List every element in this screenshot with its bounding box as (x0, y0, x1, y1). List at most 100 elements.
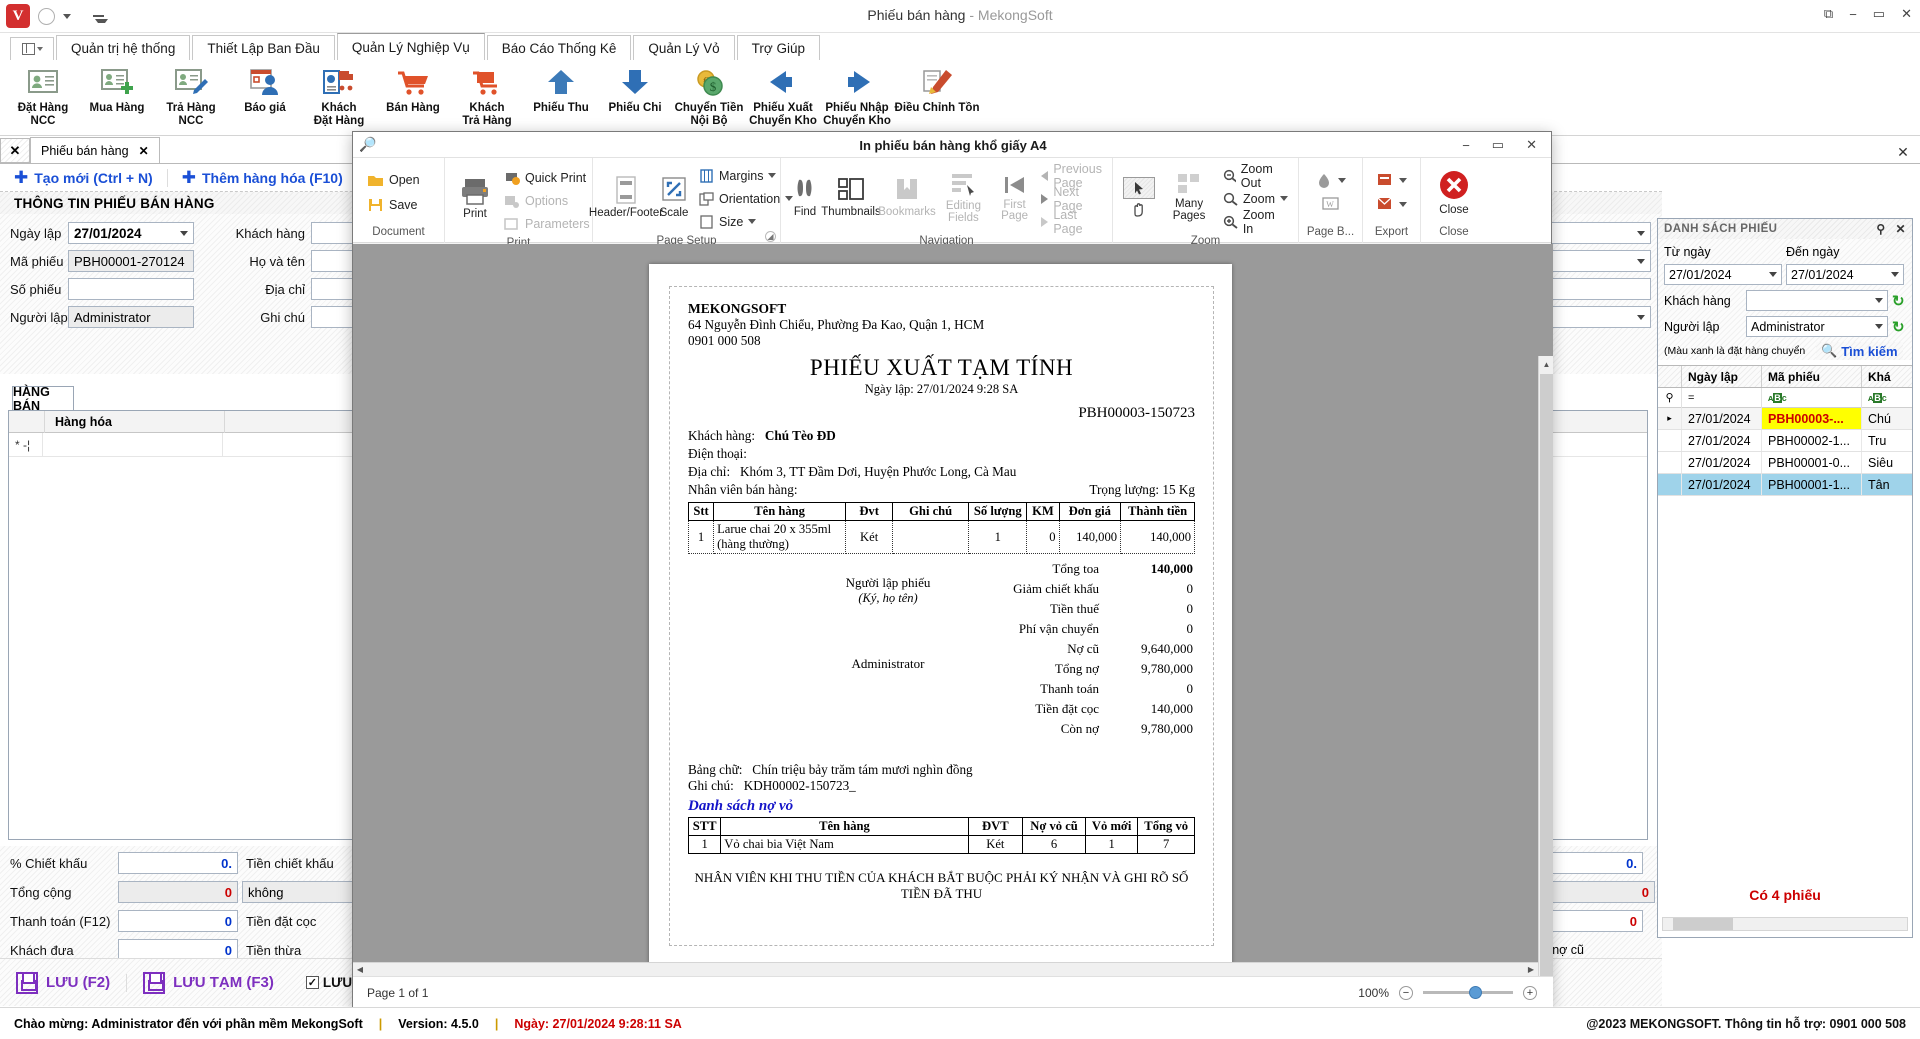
thumbnails-button[interactable]: Thumbnails (823, 176, 879, 218)
save-button[interactable]: Save (363, 195, 422, 214)
parameters-button[interactable]: Parameters (499, 214, 594, 233)
dialog-maximize-button[interactable]: ▭ (1492, 137, 1504, 153)
hand-tool-icon[interactable] (1131, 201, 1147, 217)
ribbon-button-phieu-nhap-chuyen-kho[interactable]: Phiếu NhậpChuyển Kho (820, 60, 894, 127)
scrollbar-thumb[interactable] (1673, 918, 1733, 930)
chevron-down-icon[interactable] (1875, 298, 1883, 303)
preview-page[interactable]: MEKONGSOFT 64 Nguyễn Đình Chiểu, Phường … (649, 264, 1232, 964)
scroll-left-arrow[interactable]: ◀ (353, 963, 367, 976)
zoom-button[interactable]: Zoom (1219, 189, 1292, 208)
chevron-down-icon[interactable] (1637, 315, 1645, 320)
editing-fields-button[interactable]: Editing Fields (935, 170, 992, 224)
preview-area[interactable]: MEKONGSOFT 64 Nguyễn Đình Chiểu, Phường … (353, 244, 1553, 978)
table-row[interactable]: ▸ 27/01/2024 PBH00003-... Chú (1658, 408, 1912, 430)
grid-header-khach[interactable]: Khá (1862, 366, 1912, 387)
page-setup-dialog-launcher[interactable]: ◢ (765, 231, 776, 242)
zoom-in-button[interactable]: Zoom In (1219, 212, 1292, 231)
chevron-down-icon[interactable] (1399, 202, 1407, 207)
first-page-button[interactable]: First Page (992, 172, 1038, 222)
filter-operator-cust[interactable]: ᴀBᴄ (1862, 388, 1912, 408)
page-color-button[interactable] (1315, 172, 1346, 188)
scroll-up-arrow[interactable]: ▲ (1539, 356, 1553, 373)
filter-pin-icon[interactable]: ⚲ (1658, 388, 1682, 408)
ribbon-button-chuyen-tien[interactable]: €$ Chuyển TiềnNội Bộ (672, 60, 746, 127)
ribbon-tab-tro-giup[interactable]: Trợ Giúp (737, 35, 820, 61)
date-created-input[interactable]: 27/01/2024 (68, 222, 194, 244)
chevron-down-icon[interactable] (1338, 178, 1346, 183)
dialog-close-button[interactable]: ✕ (1526, 137, 1537, 153)
customer-filter-input[interactable] (1746, 290, 1888, 311)
chevron-down-icon[interactable] (1280, 196, 1288, 201)
bookmarks-button[interactable]: Bookmarks (879, 176, 935, 218)
to-date-input[interactable]: 27/01/2024 (1786, 264, 1904, 285)
minimize-button[interactable]: − (1849, 7, 1857, 22)
document-tab-phieu-ban-hang[interactable]: Phiếu bán hàng ✕ (30, 137, 160, 163)
quick-print-button[interactable]: Quick Print (499, 168, 594, 187)
ribbon-tab-quan-tri[interactable]: Quản trị hệ thống (56, 35, 190, 61)
chevron-down-icon[interactable] (180, 231, 188, 236)
grid-header-ma-phieu[interactable]: Mã phiếu (1762, 366, 1862, 387)
close-icon[interactable]: ✕ (1896, 222, 1906, 236)
ribbon-button-mua-hang[interactable]: Mua Hàng (80, 60, 154, 115)
refresh-icon[interactable]: ↻ (1892, 292, 1905, 310)
payment-input[interactable]: 0 (118, 910, 238, 932)
table-row[interactable]: 27/01/2024 PBH00001-0... Siêu (1658, 452, 1912, 474)
ribbon-button-phieu-chi[interactable]: Phiếu Chi (598, 60, 672, 115)
chevron-down-icon[interactable] (748, 219, 756, 224)
preview-vscrollbar[interactable]: ▲ ▼ (1538, 356, 1553, 978)
add-product-button[interactable]: ✚ Thêm hàng hóa (F10) (168, 168, 357, 188)
open-button[interactable]: Open (363, 170, 424, 189)
pin-icon[interactable]: ⚲ (1876, 222, 1885, 236)
next-page-button[interactable]: Next Page (1037, 189, 1106, 208)
watermark-button[interactable]: W (1321, 196, 1341, 212)
last-page-button[interactable]: Last Page (1037, 212, 1106, 231)
filter-operator-code[interactable]: ᴀBᴄ (1762, 388, 1862, 408)
ribbon-menu-button[interactable] (10, 37, 54, 61)
ribbon-button-phieu-xuat-chuyen-kho[interactable]: Phiếu XuấtChuyển Kho (746, 60, 820, 127)
close-all-tabs-button[interactable]: ✕ (0, 138, 30, 163)
voucher-grid[interactable]: Ngày lập Mã phiếu Khá ⚲ = ᴀBᴄ ᴀBᴄ ▸ 27/0… (1658, 365, 1912, 496)
ribbon-button-bao-gia[interactable]: Báo giá (228, 60, 302, 115)
percent-discount-input[interactable]: 0. (118, 852, 238, 874)
creator-filter-input[interactable]: Administrator (1746, 316, 1888, 337)
refresh-icon[interactable]: ↻ (1892, 318, 1905, 336)
chevron-down-icon[interactable] (768, 173, 776, 178)
save-draft-button[interactable]: LƯU TẠM (F3) (127, 972, 290, 994)
ribbon-button-khach-dat-hang[interactable]: KháchĐặt Hàng (302, 60, 376, 127)
previous-page-button[interactable]: Previous Page (1037, 166, 1106, 185)
ribbon-button-tra-hang-ncc[interactable]: Trả HàngNCC (154, 60, 228, 127)
zoom-in-button[interactable]: + (1523, 986, 1537, 1000)
ribbon-button-khach-tra-hang[interactable]: KháchTrả Hàng (450, 60, 524, 127)
from-date-input[interactable]: 27/01/2024 (1664, 264, 1782, 285)
print-button[interactable]: Print (451, 176, 499, 220)
grid-header-ngay-lap[interactable]: Ngày lập (1682, 366, 1762, 387)
ribbon-tab-thiet-lap[interactable]: Thiết Lập Ban Đầu (192, 35, 335, 61)
pointer-tool-button[interactable] (1123, 177, 1155, 199)
dialog-minimize-button[interactable]: − (1462, 138, 1470, 153)
zoom-out-button[interactable]: Zoom Out (1219, 166, 1292, 185)
chevron-down-icon[interactable] (1769, 272, 1777, 277)
ribbon-button-ban-hang[interactable]: Bán Hàng (376, 60, 450, 115)
close-button[interactable]: ✕ (1901, 6, 1912, 22)
tab-hang-ban[interactable]: HÀNG BÁN (12, 386, 74, 410)
grid-cell-hang-hoa[interactable] (43, 433, 223, 457)
find-button[interactable]: Find (787, 176, 823, 218)
save-button[interactable]: LƯU (F2) (0, 972, 126, 994)
close-icon[interactable]: ✕ (139, 144, 149, 158)
zoom-slider[interactable] (1423, 991, 1513, 994)
ribbon-tab-nghiep-vu[interactable]: Quản Lý Nghiệp Vụ (337, 33, 485, 61)
chevron-down-icon[interactable] (1875, 324, 1883, 329)
search-button[interactable]: 🔍 Tìm kiếm (1816, 342, 1903, 360)
voucher-grid-filter-row[interactable]: ⚲ = ᴀBᴄ ᴀBᴄ (1658, 388, 1912, 408)
scale-button[interactable]: Scale (653, 175, 695, 219)
chevron-down-icon[interactable] (1637, 231, 1645, 236)
voucher-grid-hscrollbar[interactable] (1662, 917, 1908, 931)
create-new-button[interactable]: ✚ Tạo mới (Ctrl + N) (0, 168, 167, 188)
scrollbar-thumb[interactable] (1540, 374, 1553, 978)
scroll-right-arrow[interactable]: ▶ (1524, 963, 1538, 976)
voucher-number-input[interactable] (68, 278, 194, 300)
ribbon-button-dieu-chinh-ton[interactable]: Điều Chỉnh Tồn (894, 60, 980, 115)
header-footer-button[interactable]: Header/Footer (599, 175, 653, 219)
restore-button[interactable]: ⧉ (1824, 6, 1833, 22)
checkbox-icon[interactable]: ✓ (306, 976, 319, 989)
